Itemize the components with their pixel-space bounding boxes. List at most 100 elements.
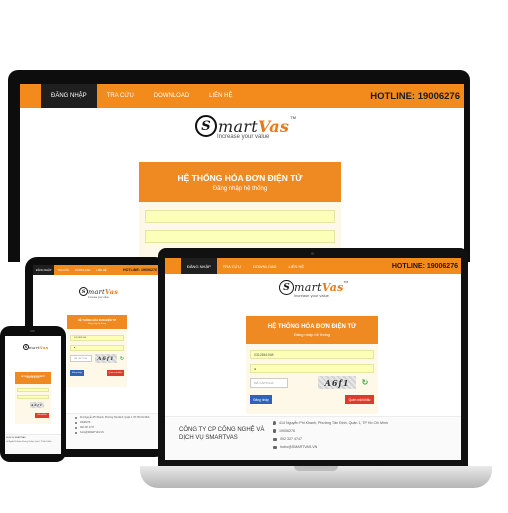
laptop-login-header: HỆ THỐNG HÓA ĐƠN ĐIỆN TỬ Đăng nhập hệ th… <box>246 316 378 344</box>
hotline-text: HOTLINE: 19006276 <box>370 90 460 102</box>
tablet-login-title: HỆ THỐNG HÓA ĐƠN ĐIỆN TỬ <box>77 319 117 322</box>
login-header: HỆ THỐNG HÓA ĐƠN ĐIỆN TỬ Đăng nhập hệ th… <box>139 162 341 202</box>
tablet-logo-tagline: Increase your value <box>88 296 109 299</box>
tablet-captcha-input[interactable]: MÃ CAPTCHA <box>70 355 92 362</box>
laptop-login-button[interactable]: Đăng nhập <box>250 395 272 404</box>
laptop-location-icon <box>273 421 276 425</box>
tablet-logo: S martVas Increase your value <box>79 287 118 299</box>
laptop-hotline-text: 19006276 <box>279 429 295 433</box>
tablet-hotline-text: 19006276 <box>80 422 91 424</box>
laptop-trackpad-notch <box>294 466 338 471</box>
phone-forgot-button[interactable]: Quên mật khẩu <box>35 413 49 418</box>
smartvas-logo: S martVas TM Increase your value <box>195 115 296 140</box>
laptop-footer-address: 414 Nguyễn Phi Khanh, Phường Tân Định, Q… <box>273 421 388 425</box>
username-input[interactable] <box>145 210 335 223</box>
login-subtitle: Đăng nhập hệ thống <box>212 185 268 192</box>
tablet-logo-s-icon: S <box>79 287 88 296</box>
login-title: HỆ THỐNG HÓA ĐƠN ĐIỆN TỬ <box>177 172 303 183</box>
laptop-camera <box>311 252 314 255</box>
tablet-login-subtitle: Đăng nhập hệ thống <box>87 323 107 325</box>
phone-captcha-image: A6f1 <box>30 402 44 408</box>
laptop-captcha-image: A6f1 <box>318 376 356 389</box>
tablet-footer-hotline: 19006276 <box>75 422 90 424</box>
laptop-address-text: 414 Nguyễn Phi Khanh, Phường Tân Định, Q… <box>279 421 388 425</box>
tablet-address-text: 414 Nguyễn Phi Khanh, Phường Tân Định, Q… <box>80 417 150 419</box>
laptop-password-input[interactable]: ● <box>250 364 374 373</box>
tablet-logo-word-accent: Vas <box>104 287 119 296</box>
tablet-nav-login[interactable]: ĐĂNG NHẬP <box>33 265 55 275</box>
laptop-nav-login[interactable]: ĐĂNG NHẬP <box>181 258 217 274</box>
laptop-company-line1: CÔNG TY CP CÔNG NGHỆ VÀ <box>179 427 265 433</box>
tablet-captcha-image: A6f1 <box>95 354 117 363</box>
tablet-password-input[interactable]: ● <box>70 345 124 351</box>
laptop-refresh-icon[interactable]: ↻ <box>360 377 370 388</box>
laptop-fax-icon <box>273 437 277 441</box>
laptop-screen: ĐĂNG NHẬP TRA CỨU DOWNLOAD LIÊN HỆ HOTLI… <box>165 258 461 460</box>
logo-word-accent: Vas <box>258 116 290 136</box>
phone-username-input[interactable] <box>17 388 49 392</box>
tablet-mail-icon <box>75 432 77 434</box>
laptop-username-input[interactable]: 0312861948 <box>250 350 374 359</box>
laptop-nav-contact[interactable]: LIÊN HỆ <box>282 258 310 274</box>
tablet-login-card: HỆ THỐNG HÓA ĐƠN ĐIỆN TỬ Đăng nhập hệ th… <box>67 315 127 387</box>
tablet-nav-contact[interactable]: LIÊN HỆ <box>93 265 109 275</box>
phone-logo-wordmark: martVas <box>29 345 48 350</box>
navbar: ĐĂNG NHẬP TRA CỨU DOWNLOAD LIÊN HỆ HOTLI… <box>20 84 464 108</box>
logo-word-main: mart <box>218 116 258 136</box>
phone-screen: S martVas HỆ THỐNG HÓA ĐƠN ĐIỆN TỬ Đăng … <box>5 336 61 454</box>
logo-tagline: Increase your value <box>217 134 270 140</box>
tablet-username-input[interactable]: 0312861948 <box>70 335 124 341</box>
tablet-forgot-button[interactable]: Quên mật khẩu <box>107 370 124 376</box>
laptop-email-text: hotro@SMARTVAS.VN <box>280 445 318 449</box>
laptop-phone-text: 092 327 4747 <box>280 437 302 441</box>
logo-s-icon: S <box>195 115 217 137</box>
phone-device: S martVas HỆ THỐNG HÓA ĐƠN ĐIỆN TỬ Đăng … <box>0 326 66 462</box>
tablet-logo-wordmark: martVas <box>88 288 118 296</box>
password-input[interactable] <box>145 230 335 243</box>
nav-lookup[interactable]: TRA CỨU <box>97 84 144 108</box>
tablet-phone-text: 092 327 4747 <box>80 427 95 429</box>
laptop-nav-lookup[interactable]: TRA CỨU <box>217 258 247 274</box>
laptop-footer-email: hotro@SMARTVAS.VN <box>273 445 317 449</box>
tablet-nav-download[interactable]: DOWNLOAD <box>72 265 93 275</box>
laptop-logo-tagline: Increase your value <box>294 293 329 298</box>
phone-logo: S martVas <box>23 344 48 350</box>
phone-footer-address: 414 Nguyễn Phi Khanh, Phường Tân Định, Q… <box>6 442 52 443</box>
laptop-nav-download[interactable]: DOWNLOAD <box>247 258 283 274</box>
tablet-nav-lookup[interactable]: TRA CỨU <box>54 265 72 275</box>
laptop-company-line2: DỊCH VỤ SMARTVAS <box>179 435 238 441</box>
nav-download[interactable]: DOWNLOAD <box>144 84 199 108</box>
laptop-forgot-button[interactable]: Quên mật khẩu <box>345 395 374 404</box>
tablet-footer-email: hotro@SMARTVAS.VN <box>75 432 104 434</box>
phone-password-input[interactable] <box>17 395 49 399</box>
laptop-login-card: HỆ THỐNG HÓA ĐƠN ĐIỆN TỬ Đăng nhập hệ th… <box>246 316 378 414</box>
tablet-login-header: HỆ THỐNG HÓA ĐƠN ĐIỆN TỬ Đăng nhập hệ th… <box>67 315 127 329</box>
laptop-phone-icon <box>273 429 276 433</box>
laptop-login-title: HỆ THỐNG HÓA ĐƠN ĐIỆN TỬ <box>267 323 357 330</box>
tablet-phone-icon <box>75 422 77 424</box>
phone-logo-word-accent: Vas <box>39 344 49 350</box>
tablet-hotline: HOTLINE: 19006276 <box>123 268 157 272</box>
phone-login-subtitle: Đăng nhập hệ thống <box>26 378 40 379</box>
laptop-footer: CÔNG TY CP CÔNG NGHỆ VÀ DỊCH VỤ SMARTVAS… <box>165 416 461 460</box>
laptop-footer-phone: 092 327 4747 <box>273 437 302 441</box>
laptop-login-subtitle: Đăng nhập hệ thống <box>293 331 331 337</box>
logo-trademark: TM <box>290 115 297 120</box>
nav-contact[interactable]: LIÊN HỆ <box>199 84 242 108</box>
phone-login-header: HỆ THỐNG HÓA ĐƠN ĐIỆN TỬ Đăng nhập hệ th… <box>15 372 51 384</box>
tablet-login-button[interactable]: Đăng nhập <box>70 370 84 376</box>
laptop-hotline: HOTLINE: 19006276 <box>391 262 458 270</box>
login-card: HỆ THỐNG HÓA ĐƠN ĐIỆN TỬ Đăng nhập hệ th… <box>139 162 341 262</box>
desktop-screen: ĐĂNG NHẬP TRA CỨU DOWNLOAD LIÊN HỆ HOTLI… <box>20 84 464 262</box>
laptop-captcha-input[interactable]: MÃ CAPTCHA <box>250 378 288 388</box>
phone-footer: DỊCH VỤ SMARTVAS 414 Nguyễn Phi Khanh, P… <box>5 434 61 454</box>
logo-wordmark: martVas <box>218 117 289 136</box>
laptop-device: ĐĂNG NHẬP TRA CỨU DOWNLOAD LIÊN HỆ HOTLI… <box>158 248 468 466</box>
laptop-logo-s-icon: S <box>279 280 294 295</box>
laptop-mail-icon <box>273 445 277 449</box>
laptop-footer-hotline: 19006276 <box>273 429 295 433</box>
nav-login[interactable]: ĐĂNG NHẬP <box>41 84 97 108</box>
tablet-fax-icon <box>75 427 77 429</box>
tablet-navbar: ĐĂNG NHẬP TRA CỨU DOWNLOAD LIÊN HỆ HOTLI… <box>33 265 159 275</box>
tablet-refresh-icon[interactable]: ↻ <box>119 355 125 362</box>
